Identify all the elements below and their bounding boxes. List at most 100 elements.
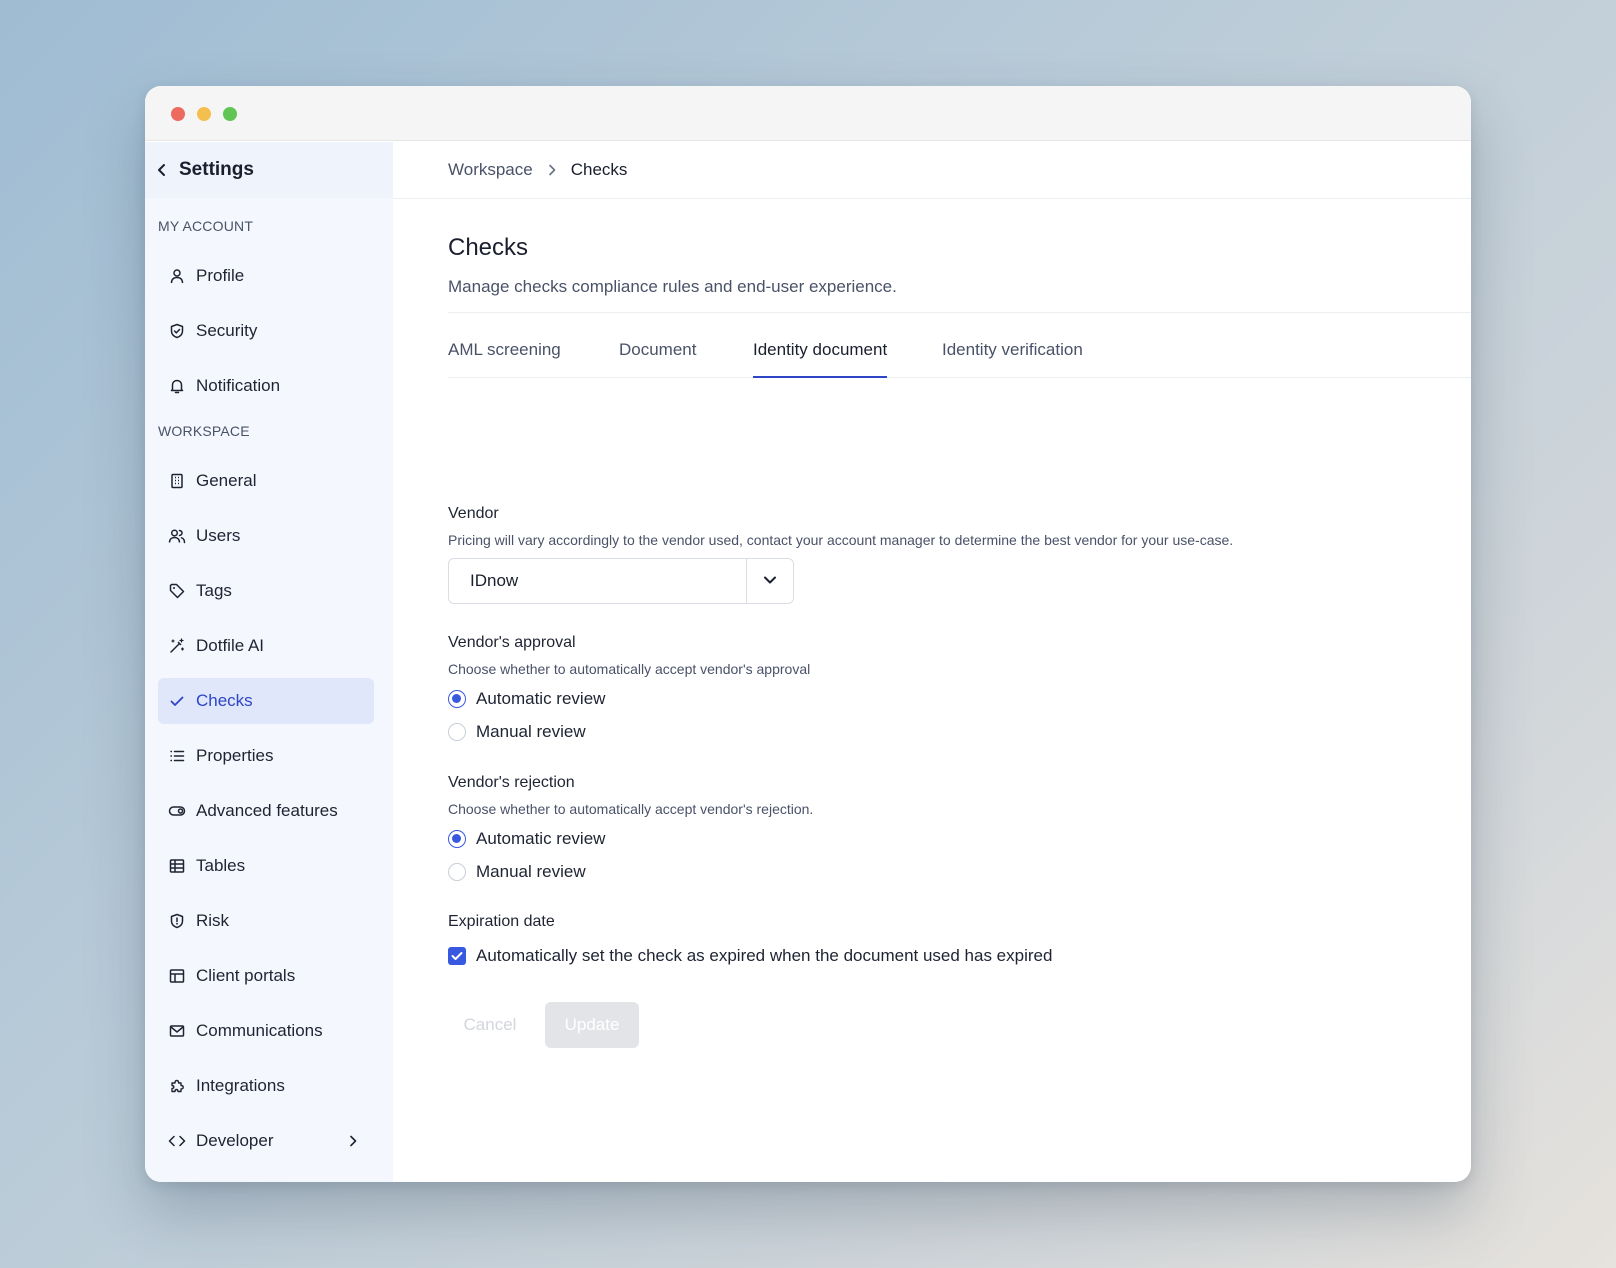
sidebar-item-tags[interactable]: Tags xyxy=(158,568,374,614)
sidebar-item-users[interactable]: Users xyxy=(158,513,374,559)
sidebar-item-label: Profile xyxy=(196,266,245,285)
sidebar-item-label: Developer xyxy=(196,1131,274,1150)
sidebar-item-label: Communications xyxy=(196,1021,323,1040)
sidebar-item-label: General xyxy=(196,471,257,490)
approval-automatic-radio[interactable]: Automatic review xyxy=(448,689,605,709)
title-bar xyxy=(145,86,1471,141)
close-window-button[interactable] xyxy=(171,107,185,121)
user-icon xyxy=(168,267,186,285)
shield-check-icon xyxy=(168,322,186,340)
vendor-select-value: IDnow xyxy=(470,571,519,590)
sidebar-item-properties[interactable]: Properties xyxy=(158,733,374,779)
check-icon xyxy=(168,692,186,710)
magic-wand-icon xyxy=(168,637,186,655)
approval-label: Vendor's approval xyxy=(448,634,576,651)
page-subtitle: Manage checks compliance rules and end-u… xyxy=(448,277,897,296)
bell-icon xyxy=(168,377,186,395)
expiration-checkbox-row[interactable]: Automatically set the check as expired w… xyxy=(448,946,1052,966)
chevron-left-icon xyxy=(157,163,171,177)
breadcrumb-workspace[interactable]: Workspace xyxy=(448,160,533,180)
breadcrumb-current: Checks xyxy=(570,160,628,179)
rejection-help: Choose whether to automatically accept v… xyxy=(448,801,814,817)
breadcrumb: Workspace Checks xyxy=(393,142,1471,199)
chevron-right-icon xyxy=(547,163,557,177)
chevron-right-icon xyxy=(346,1133,360,1147)
sidebar: Settings MY ACCOUNT Profile Security Not… xyxy=(145,142,393,1182)
sidebar-item-label: Dotfile AI xyxy=(196,636,265,655)
sidebar-item-label: Tags xyxy=(196,581,232,600)
radio-unselected[interactable] xyxy=(448,723,466,741)
sidebar-item-notification[interactable]: Notification xyxy=(158,363,374,409)
vendor-select[interactable]: IDnow xyxy=(448,558,794,604)
radio-label: Manual review xyxy=(476,722,586,741)
rejection-label: Vendor's rejection xyxy=(448,774,575,791)
sidebar-item-label: Risk xyxy=(196,911,230,930)
sidebar-title: Settings xyxy=(179,159,254,180)
app-window: Settings MY ACCOUNT Profile Security Not… xyxy=(145,86,1471,1182)
sidebar-item-risk[interactable]: Risk xyxy=(158,898,374,944)
sidebar-item-profile[interactable]: Profile xyxy=(158,253,374,299)
tab-bar: AML screening Document Identity document… xyxy=(448,340,1471,378)
divider xyxy=(448,312,1471,313)
tab-document[interactable]: Document xyxy=(619,340,696,378)
tab-identity-verification[interactable]: Identity verification xyxy=(942,340,1083,378)
list-icon xyxy=(168,747,186,765)
main-content: Workspace Checks Checks Manage checks co… xyxy=(393,142,1471,1182)
building-icon xyxy=(168,472,186,490)
code-icon xyxy=(168,1132,186,1150)
rejection-manual-radio[interactable]: Manual review xyxy=(448,862,586,882)
sidebar-item-security[interactable]: Security xyxy=(158,308,374,354)
sidebar-item-advanced-features[interactable]: Advanced features xyxy=(158,788,374,834)
settings-back-button[interactable]: Settings xyxy=(145,142,393,198)
minimize-window-button[interactable] xyxy=(197,107,211,121)
mail-icon xyxy=(168,1022,186,1040)
radio-label: Automatic review xyxy=(476,829,606,848)
sidebar-item-label: Properties xyxy=(196,746,274,765)
users-icon xyxy=(168,527,186,545)
update-button[interactable]: Update xyxy=(545,1002,639,1048)
sidebar-item-label: Integrations xyxy=(196,1076,285,1095)
radio-label: Manual review xyxy=(476,862,586,881)
sidebar-item-tables[interactable]: Tables xyxy=(158,843,374,889)
sidebar-item-dotfile-ai[interactable]: Dotfile AI xyxy=(158,623,374,669)
sidebar-item-label: Users xyxy=(196,526,241,545)
chevron-down-icon xyxy=(763,572,777,590)
toggle-icon xyxy=(168,802,186,820)
table-icon xyxy=(168,857,186,875)
checkbox-checked[interactable] xyxy=(448,947,466,965)
sidebar-item-label: Tables xyxy=(196,856,246,875)
radio-unselected[interactable] xyxy=(448,863,466,881)
expiration-label: Expiration date xyxy=(448,913,555,930)
sidebar-item-label: Advanced features xyxy=(196,801,338,820)
shield-alert-icon xyxy=(168,912,186,930)
sidebar-item-integrations[interactable]: Integrations xyxy=(158,1063,374,1109)
radio-selected[interactable] xyxy=(448,690,466,708)
cancel-button[interactable]: Cancel xyxy=(448,1002,532,1048)
sidebar-item-general[interactable]: General xyxy=(158,458,374,504)
tab-aml-screening[interactable]: AML screening xyxy=(448,340,561,378)
approval-manual-radio[interactable]: Manual review xyxy=(448,722,586,742)
vendor-help: Pricing will vary accordingly to the ven… xyxy=(448,532,1234,548)
radio-selected[interactable] xyxy=(448,830,466,848)
tab-identity-document[interactable]: Identity document xyxy=(753,340,888,378)
maximize-window-button[interactable] xyxy=(223,107,237,121)
section-label-workspace: WORKSPACE xyxy=(158,423,250,439)
sidebar-item-label: Client portals xyxy=(196,966,296,985)
tag-icon xyxy=(168,582,186,600)
sidebar-item-label: Security xyxy=(196,321,258,340)
checkbox-label: Automatically set the check as expired w… xyxy=(476,946,1053,965)
sidebar-item-label: Checks xyxy=(196,691,253,710)
page-title: Checks xyxy=(448,234,529,261)
vendor-label: Vendor xyxy=(448,505,499,522)
rejection-automatic-radio[interactable]: Automatic review xyxy=(448,829,605,849)
sidebar-item-communications[interactable]: Communications xyxy=(158,1008,374,1054)
sidebar-item-developer[interactable]: Developer xyxy=(158,1118,374,1164)
sidebar-item-client-portals[interactable]: Client portals xyxy=(158,953,374,999)
vendor-select-toggle[interactable] xyxy=(746,559,793,603)
approval-help: Choose whether to automatically accept v… xyxy=(448,661,811,677)
puzzle-icon xyxy=(168,1077,186,1095)
radio-label: Automatic review xyxy=(476,689,606,708)
section-label-my-account: MY ACCOUNT xyxy=(158,218,254,234)
sidebar-item-checks[interactable]: Checks xyxy=(158,678,374,724)
sidebar-item-label: Notification xyxy=(196,376,281,395)
